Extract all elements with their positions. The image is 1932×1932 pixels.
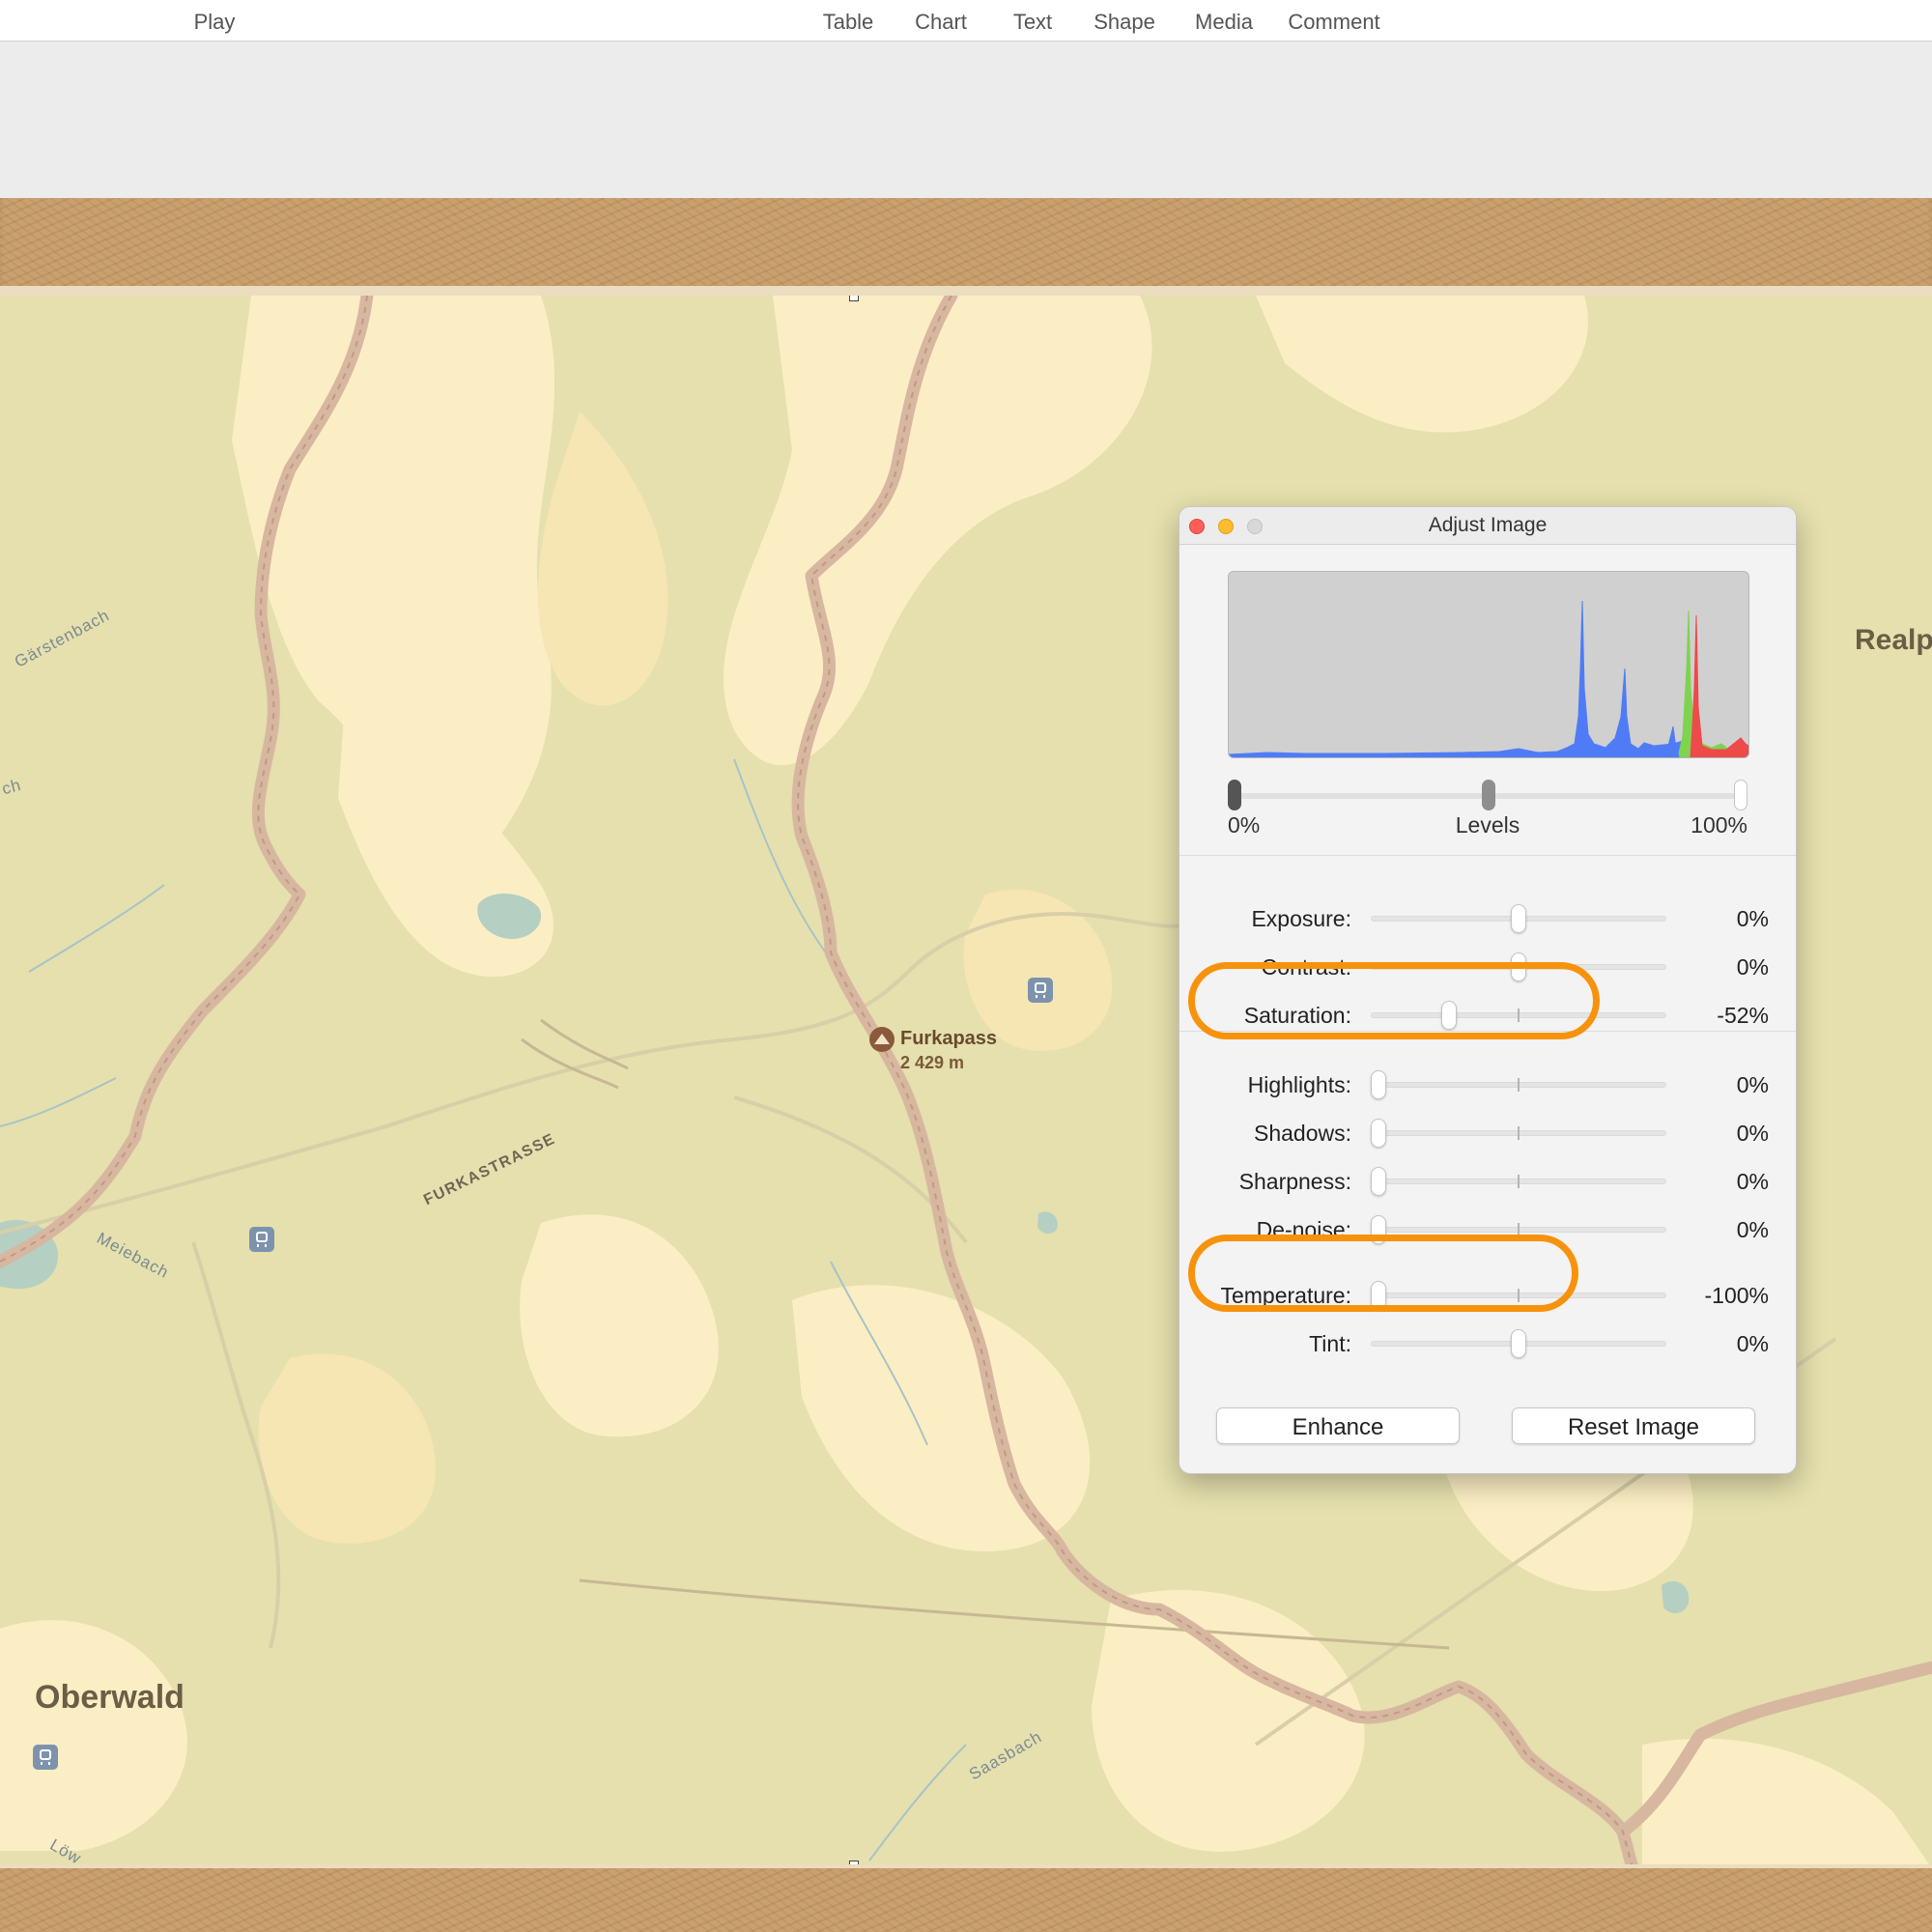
insert-table-button[interactable]: Table — [811, 10, 885, 35]
denoise-label: De-noise: — [1256, 1217, 1351, 1242]
shadows-value: 0% — [1736, 1121, 1769, 1146]
contrast-label: Contrast: — [1261, 954, 1351, 980]
histogram-graph — [1229, 600, 1748, 757]
shadows-row: Shadows: 0% — [1179, 1114, 1796, 1152]
tint-label: Tint: — [1309, 1331, 1351, 1356]
temperature-row: Temperature: -100% — [1179, 1276, 1796, 1315]
place-label-furkapass: Furkapass — [900, 1028, 998, 1049]
saturation-slider-thumb[interactable] — [1440, 1001, 1457, 1030]
sharpness-label: Sharpness: — [1238, 1169, 1351, 1194]
sharpness-row: Sharpness: 0% — [1179, 1162, 1796, 1201]
cork-border-bottom — [0, 1868, 1932, 1932]
levels-max-label: 100% — [1690, 812, 1747, 838]
selection-handle-top[interactable] — [849, 296, 859, 301]
contrast-row: Contrast: 0% — [1179, 948, 1796, 986]
canvas-background — [0, 42, 1932, 198]
reset-image-button[interactable]: Reset Image — [1512, 1407, 1755, 1444]
play-button[interactable]: Play — [174, 10, 255, 35]
denoise-slider-thumb[interactable] — [1371, 1215, 1386, 1244]
cork-border-top — [0, 198, 1932, 297]
highlights-row: Highlights: 0% — [1179, 1065, 1796, 1104]
insert-shape-button[interactable]: Shape — [1084, 10, 1165, 35]
tint-slider-thumb[interactable] — [1511, 1329, 1526, 1358]
levels-midpoint-handle[interactable] — [1482, 780, 1495, 810]
train-station-icon — [33, 1745, 58, 1770]
enhance-button[interactable]: Enhance — [1216, 1407, 1460, 1444]
insert-text-button[interactable]: Text — [1001, 10, 1065, 35]
denoise-value: 0% — [1736, 1217, 1769, 1242]
place-label-oberwald: Oberwald — [35, 1679, 185, 1716]
adjust-image-panel: Adjust Image 0% Levels 100% Exposure: 0% C… — [1179, 506, 1797, 1474]
levels-label: Levels — [1455, 812, 1520, 838]
exposure-slider-thumb[interactable] — [1511, 904, 1526, 933]
saturation-value: -52% — [1717, 1003, 1769, 1028]
contrast-value: 0% — [1736, 954, 1769, 980]
exposure-label: Exposure: — [1251, 906, 1351, 931]
saturation-label: Saturation: — [1243, 1003, 1351, 1028]
exposure-row: Exposure: 0% — [1179, 899, 1796, 938]
saturation-center-tick — [1518, 1009, 1520, 1022]
app-toolbar: Play Table Chart Text Shape Media Commen… — [0, 0, 1932, 42]
levels-black-point-handle[interactable] — [1228, 780, 1241, 810]
panel-titlebar[interactable]: Adjust Image — [1179, 507, 1796, 545]
highlights-label: Highlights: — [1247, 1072, 1351, 1097]
place-label-realp: Realp — [1855, 624, 1932, 656]
section-divider — [1179, 1031, 1796, 1032]
temperature-value: -100% — [1704, 1283, 1769, 1308]
highlights-slider-thumb[interactable] — [1371, 1070, 1386, 1099]
sharpness-slider-thumb[interactable] — [1371, 1167, 1386, 1196]
insert-chart-button[interactable]: Chart — [904, 10, 978, 35]
shadows-label: Shadows: — [1253, 1121, 1351, 1146]
train-station-icon — [249, 1227, 274, 1252]
saturation-row: Saturation: -52% — [1179, 996, 1796, 1035]
sharpness-value: 0% — [1736, 1169, 1769, 1194]
sharpness-center-tick — [1518, 1175, 1520, 1188]
highlights-value: 0% — [1736, 1072, 1769, 1097]
elevation-label: 2 429 m — [900, 1053, 965, 1072]
insert-media-button[interactable]: Media — [1184, 10, 1264, 35]
tint-value: 0% — [1736, 1331, 1769, 1356]
panel-title: Adjust Image — [1428, 514, 1548, 536]
highlights-center-tick — [1518, 1078, 1520, 1092]
shadows-slider-thumb[interactable] — [1371, 1119, 1386, 1148]
section-divider — [1179, 855, 1796, 856]
mountain-pass-icon — [869, 1027, 895, 1052]
levels-white-point-handle[interactable] — [1734, 780, 1747, 810]
histogram — [1228, 571, 1749, 758]
train-station-icon — [1028, 978, 1053, 1003]
tint-row: Tint: 0% — [1179, 1324, 1796, 1363]
denoise-row: De-noise: 0% — [1179, 1210, 1796, 1249]
temperature-slider-thumb[interactable] — [1371, 1281, 1386, 1310]
temperature-center-tick — [1518, 1289, 1520, 1302]
insert-comment-button[interactable]: Comment — [1281, 10, 1387, 35]
temperature-label: Temperature: — [1220, 1283, 1351, 1308]
paper-edge-top — [0, 286, 1932, 296]
exposure-value: 0% — [1736, 906, 1769, 931]
denoise-center-tick — [1518, 1223, 1520, 1236]
levels-min-label: 0% — [1228, 812, 1261, 838]
shadows-center-tick — [1518, 1126, 1520, 1140]
contrast-slider-thumb[interactable] — [1511, 952, 1526, 981]
